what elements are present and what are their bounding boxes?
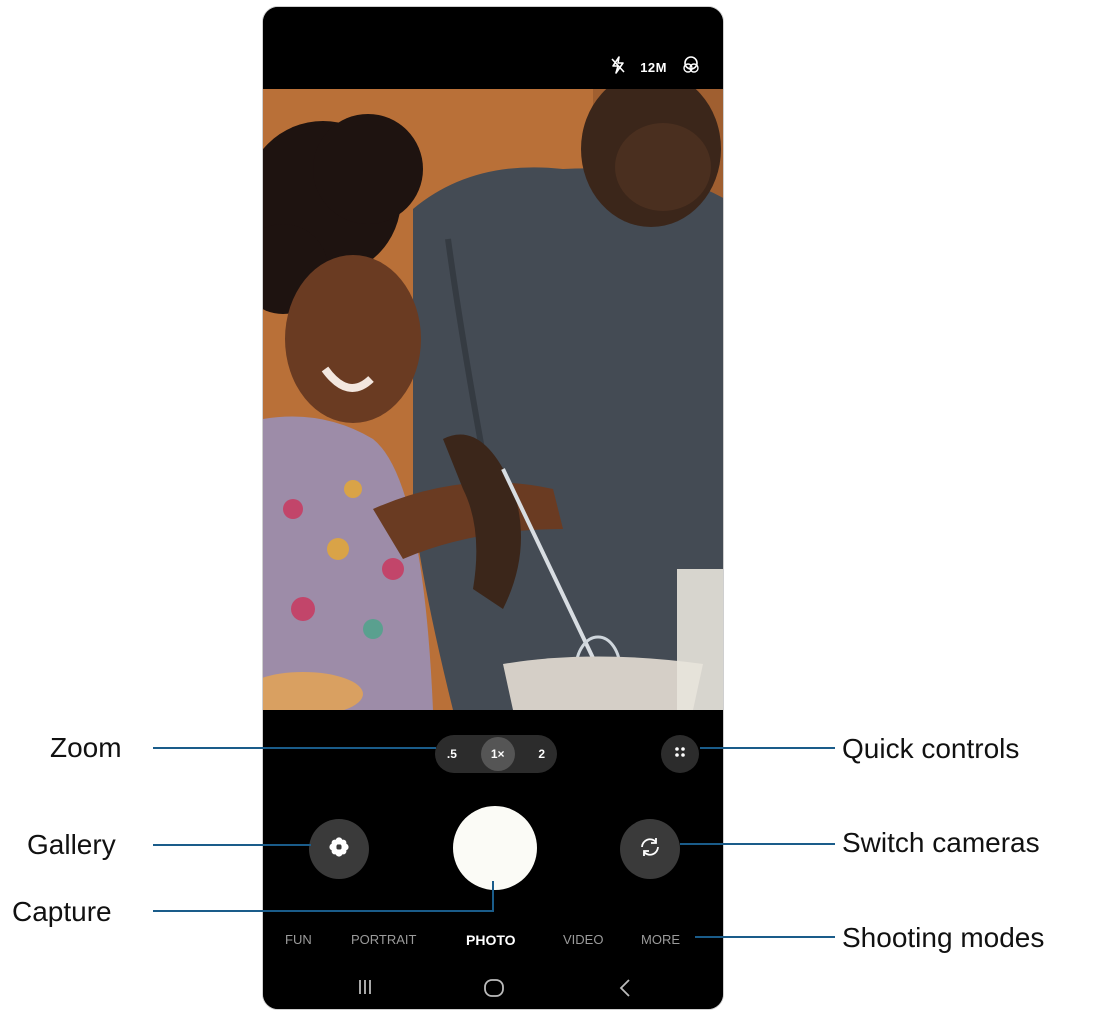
callout-shooting-modes: Shooting modes <box>842 922 1045 953</box>
callout-line-shooting-modes <box>695 936 835 938</box>
mode-more[interactable]: MORE <box>641 932 680 947</box>
resolution-button[interactable]: 12M <box>640 60 667 75</box>
switch-camera-icon <box>637 834 663 865</box>
quick-controls-icon <box>674 745 686 763</box>
viewfinder-photo <box>263 89 723 710</box>
shooting-modes-bar: FUN PORTRAIT PHOTO VIDEO MORE <box>263 932 723 952</box>
callout-capture: Capture <box>12 896 112 927</box>
callout-line-zoom <box>153 747 436 749</box>
mode-portrait[interactable]: PORTRAIT <box>351 932 417 947</box>
callout-zoom: Zoom <box>50 732 122 763</box>
quick-controls-button[interactable] <box>661 735 699 773</box>
status-bar: 12M <box>263 7 723 89</box>
zoom-selector: .5 1× 2 <box>435 735 557 773</box>
camera-viewfinder[interactable] <box>263 89 723 710</box>
callout-switch-cameras: Switch cameras <box>842 827 1040 858</box>
navigation-bar <box>263 972 723 1009</box>
zoom-option-0-5[interactable]: .5 <box>447 747 457 761</box>
top-controls: 12M <box>610 55 701 80</box>
callout-line-quick-controls <box>700 747 835 749</box>
phone-frame: 12M .5 1× 2 FUN PORTRAIT PHOTO VIDEO MOR… <box>262 6 724 1010</box>
zoom-option-1x[interactable]: 1× <box>480 737 515 771</box>
callout-quick-controls: Quick controls <box>842 733 1020 764</box>
callout-line-gallery <box>153 844 311 846</box>
switch-camera-button[interactable] <box>620 819 680 879</box>
mode-video[interactable]: VIDEO <box>563 932 603 947</box>
gallery-button[interactable] <box>309 819 369 879</box>
mode-photo[interactable]: PHOTO <box>466 932 516 948</box>
filter-icon[interactable] <box>681 55 701 80</box>
recent-apps-icon[interactable] <box>358 978 372 1001</box>
gallery-icon <box>328 836 350 863</box>
flash-off-icon[interactable] <box>610 56 626 79</box>
callout-line-switch-cameras <box>680 843 835 845</box>
home-icon[interactable] <box>483 978 505 1003</box>
back-icon[interactable] <box>618 978 632 1003</box>
capture-button[interactable] <box>453 806 537 890</box>
callout-gallery: Gallery <box>27 829 116 860</box>
callout-line-capture-h <box>153 910 493 912</box>
camera-controls: .5 1× 2 FUN PORTRAIT PHOTO VIDEO MORE <box>263 710 723 1009</box>
callout-line-capture-v <box>492 881 494 912</box>
zoom-option-2[interactable]: 2 <box>538 747 545 761</box>
mode-fun[interactable]: FUN <box>285 932 312 947</box>
